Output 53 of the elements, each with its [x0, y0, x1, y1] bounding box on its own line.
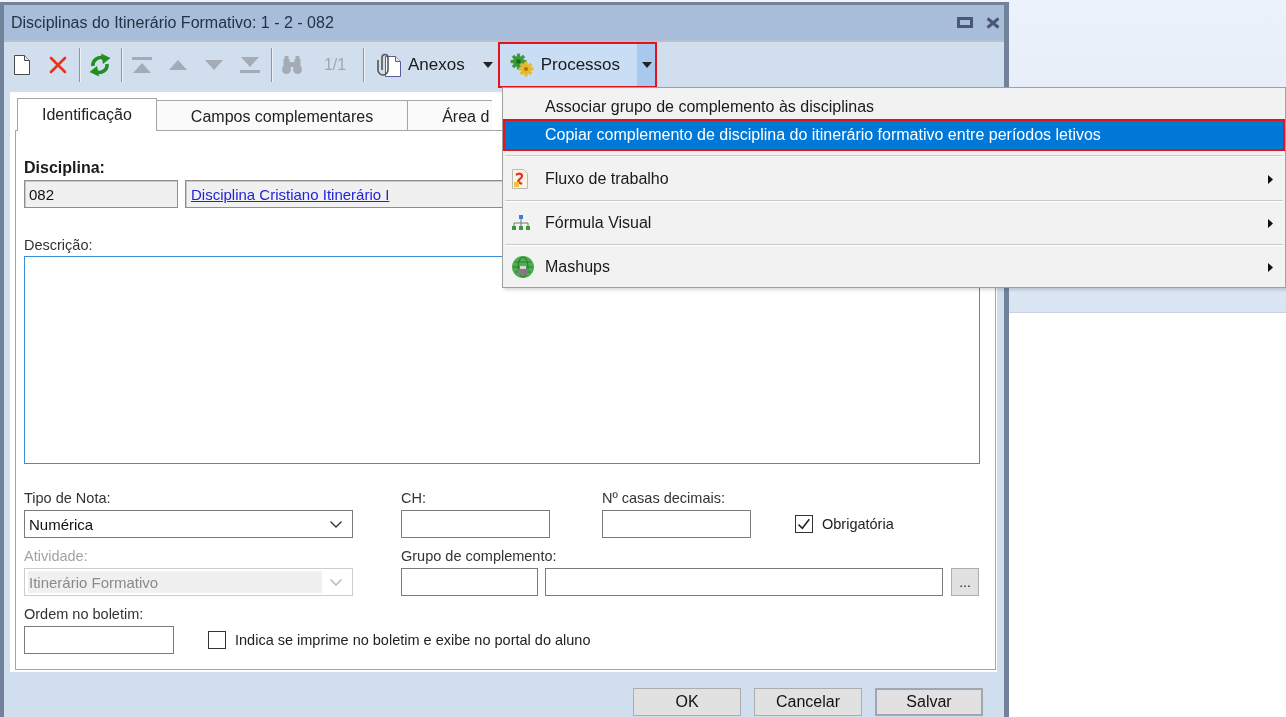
dialog-button[interactable]: OK — [633, 688, 741, 716]
gears-icon — [509, 53, 534, 77]
caret-right-icon — [1268, 174, 1273, 184]
field-label: Atividade: — [24, 548, 89, 564]
hierarchy-icon — [512, 215, 530, 231]
maximize-icon[interactable] — [957, 17, 973, 28]
chevron-down-icon — [330, 578, 342, 586]
field-label: Nº casas decimais: — [602, 490, 726, 506]
text-field[interactable] — [24, 626, 174, 654]
refresh-icon[interactable] — [89, 53, 111, 77]
name-field[interactable] — [545, 568, 943, 596]
code-field[interactable] — [401, 568, 538, 596]
caret-down-icon — [482, 62, 493, 68]
field-label: Ordem no boletim: — [24, 606, 145, 622]
text-field[interactable] — [602, 510, 751, 538]
document-icon — [512, 169, 528, 189]
checkbox-label: Indica se imprime no boletim e exibe no portal do aluno — [235, 632, 591, 648]
submenu-item[interactable]: Fluxo de trabalho — [505, 159, 1283, 199]
caret-right-icon — [1268, 262, 1273, 272]
checkbox-label: Obrigatória — [822, 516, 894, 532]
browse-button[interactable]: ... — [951, 568, 979, 596]
select-field[interactable]: Numérica — [24, 510, 353, 538]
caret-right-icon — [1268, 218, 1273, 228]
dialog-button[interactable]: Salvar — [875, 688, 983, 716]
tab[interactable]: Identificação — [17, 98, 157, 131]
delete-x-icon[interactable] — [49, 56, 67, 74]
code-field[interactable]: 082 — [24, 180, 178, 208]
description-field[interactable] — [24, 256, 980, 464]
field-label: Descrição: — [24, 237, 94, 253]
new-document-icon[interactable] — [14, 55, 30, 75]
dialog-button[interactable]: Cancelar — [754, 688, 862, 716]
text-field[interactable] — [401, 510, 550, 538]
attachments-button[interactable]: Anexos — [370, 42, 497, 88]
field-label: Disciplina: — [24, 160, 106, 176]
window-title: Disciplinas do Itinerário Formativo: 1 - 2 - 082 — [11, 13, 335, 32]
globe-icon — [512, 256, 534, 278]
field-label: Grupo de complemento: — [401, 548, 558, 564]
submenu-item[interactable]: Fórmula Visual — [505, 203, 1283, 243]
checkbox[interactable] — [795, 515, 813, 533]
menu-item[interactable]: Associar grupo de complemento às disciplinas — [505, 93, 1283, 121]
record-counter: 1/1 — [323, 56, 347, 74]
tab[interactable]: Área d — [407, 100, 493, 130]
discipline-link[interactable]: Disciplina Cristiano Itinerário I — [191, 185, 390, 203]
field-label: Tipo de Nota: — [24, 490, 112, 506]
caret-down-icon — [642, 62, 653, 68]
paperclip-icon — [376, 53, 402, 77]
menu-item[interactable]: Copiar complemento de disciplina do itinerário formativo entre períodos letivos — [505, 121, 1283, 149]
submenu-item[interactable]: Mashups — [505, 247, 1283, 287]
chevron-down-icon — [330, 520, 342, 528]
close-icon[interactable] — [986, 16, 1000, 29]
tab[interactable]: Campos complementares — [155, 100, 409, 130]
field-label: CH: — [401, 490, 427, 506]
checkbox[interactable] — [208, 631, 226, 649]
